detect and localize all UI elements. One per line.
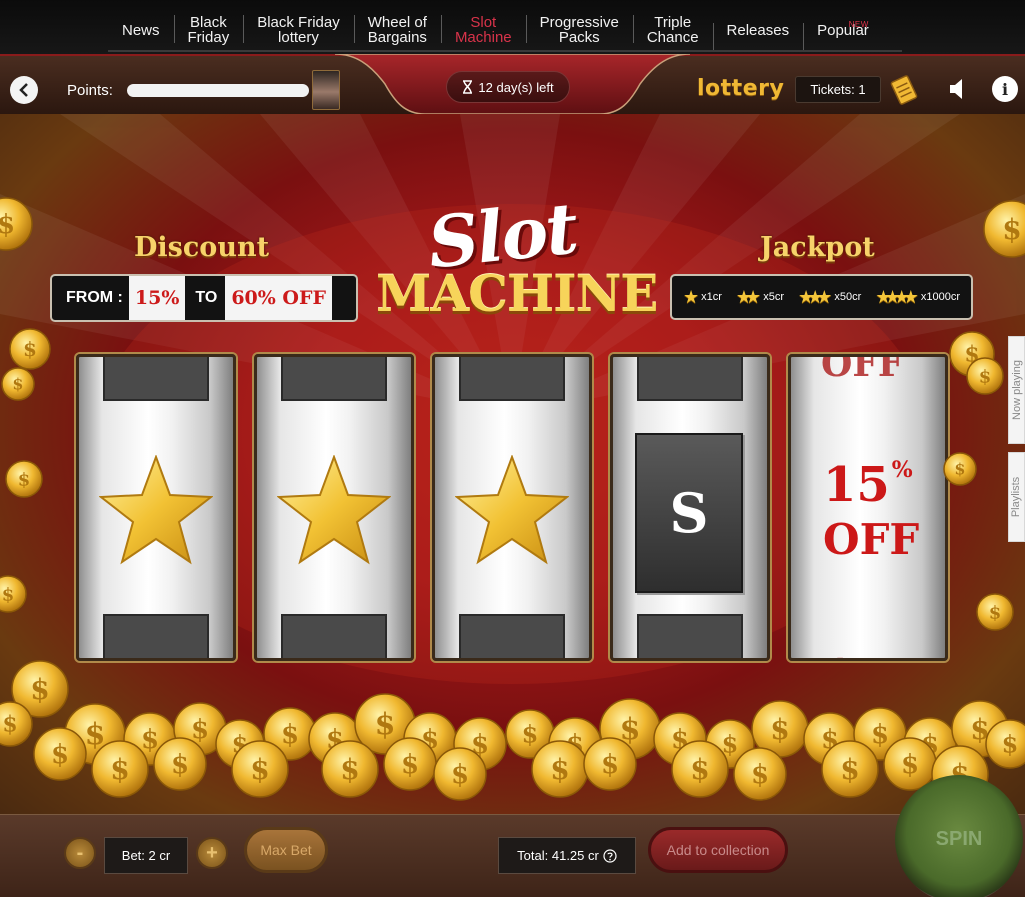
control-bar: - Bet: 2 cr + Max Bet Total: 41.25 cr Ad… [0,775,1025,897]
coin-symbol: $ [751,760,769,790]
nav-bar: News Black Friday Black Friday lottery W… [108,10,883,51]
avatar [312,70,340,110]
top-navigation: News Black Friday Black Friday lottery W… [0,0,1025,54]
coin-symbol: $ [522,719,539,748]
bet-amount: Bet: 2 cr [104,837,188,874]
coin-symbol: $ [191,715,209,745]
nav-item-popular[interactable]: NEW Popular [803,20,883,51]
coin-symbol: $ [30,673,49,706]
coin-symbol: $ [601,750,619,780]
gold-coins-decoration: $$$$$$$$$$$$$ $ $ $ $ $ $ $ $ $ $ $ $ $ $ $ $ $ $$ $ $ $ $ $ $ $ $… [0,197,1025,803]
nav-item-slot-machine[interactable]: Slot Machine [440,14,526,46]
tickets-count: Tickets: 1 [795,76,881,103]
coin-symbol: $ [954,460,965,479]
points-label: Points: [67,82,113,99]
points-progress-bar [127,84,309,97]
coin-symbol: $ [989,602,1002,623]
nav-divider [108,50,902,52]
coin-symbol: $ [1002,729,1019,758]
status-bar: Points: 12 day(s) left lottery Tickets: … [0,54,1025,115]
nav-item-black-friday-lottery[interactable]: Black Friday lottery [243,15,354,45]
back-button[interactable] [10,76,38,104]
coin-symbol: $ [340,753,359,786]
coin-symbol: $ [18,469,31,490]
coin-symbol: $ [1002,213,1021,246]
nav-label: Wheel of Bargains [367,14,427,46]
nav-item-triple-chance[interactable]: Triple Chance [632,14,713,46]
lottery-logo[interactable]: lottery [697,76,784,101]
nav-label: Releases [726,21,790,39]
new-badge: NEW [848,19,869,29]
nav-item-news[interactable]: News [108,23,174,38]
coin-symbol: $ [770,713,789,746]
time-remaining-badge: 12 day(s) left [446,71,570,103]
max-bet-button[interactable]: Max Bet [244,827,328,873]
coin-symbol: $ [901,750,919,780]
coin-symbol: $ [840,753,859,786]
nav-item-releases[interactable]: Releases [712,21,804,51]
coin-symbol: $ [51,740,69,770]
coin-symbol: $ [110,753,129,786]
now-playing-tab[interactable]: Now playing [1008,336,1025,444]
coin-symbol: $ [690,753,709,786]
coin-symbol: $ [12,375,23,394]
nav-label: Triple Chance [646,14,699,46]
nav-label: Slot Machine [454,14,512,46]
playlists-tab[interactable]: Playlists [1008,452,1025,542]
hourglass-icon [463,80,473,94]
help-icon[interactable] [603,848,617,863]
coin-symbol: $ [141,725,159,755]
coin-symbol: $ [979,366,992,387]
now-playing-label: Now playing [1010,360,1023,420]
chevron-left-icon [19,83,28,97]
coin-symbol: $ [23,337,37,361]
coin-symbol: $ [401,750,419,780]
spin-button[interactable]: SPIN [895,775,1023,897]
increase-bet-button[interactable]: + [196,837,228,869]
speaker-icon[interactable] [948,78,968,100]
coin-symbol: $ [171,750,189,780]
nav-item-progressive-packs[interactable]: Progressive Packs [525,14,633,46]
nav-label: Black Friday lottery [257,14,340,46]
nav-item-black-friday[interactable]: Black Friday [173,14,244,46]
coin-symbol: $ [2,584,15,605]
slot-machine-stage: Slot MACHINE Discount FROM : 15% TO 60% … [0,114,1025,814]
coin-symbol: $ [0,210,15,240]
info-icon[interactable]: i [992,76,1018,102]
total-text: Total: 41.25 cr [517,848,599,863]
coin-symbol: $ [871,720,889,750]
coin-symbol: $ [451,760,469,790]
coin-symbol: $ [375,708,396,743]
coin-symbol: $ [2,712,17,738]
coin-symbol: $ [250,753,269,786]
nav-label: Progressive Packs [539,14,619,46]
nav-label: News [122,21,160,39]
ticket-icon[interactable] [888,73,920,107]
nav-label: Black Friday [187,14,230,46]
total-amount: Total: 41.25 cr [498,837,636,874]
coin-symbol: $ [550,753,569,786]
playlists-label: Playlists [1010,476,1023,518]
timer-text: 12 day(s) left [478,79,554,95]
add-to-collection-button[interactable]: Add to collection [648,827,788,873]
decrease-bet-button[interactable]: - [64,837,96,869]
nav-item-wheel-of-bargains[interactable]: Wheel of Bargains [353,14,441,46]
coin-symbol: $ [281,720,299,750]
